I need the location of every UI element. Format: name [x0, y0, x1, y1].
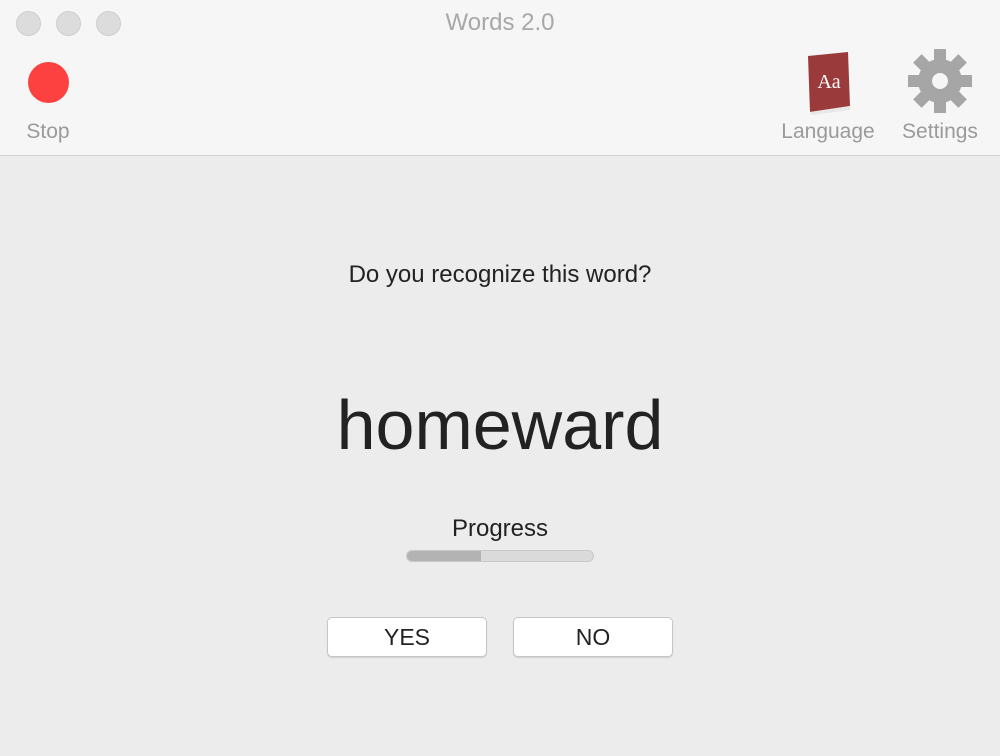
toolbar: Words 2.0 Stop Aa Language Settings	[0, 0, 1000, 156]
settings-label: Settings	[902, 120, 978, 143]
stop-icon	[27, 62, 69, 103]
language-label: Language	[781, 120, 875, 143]
window-title: Words 2.0	[445, 9, 555, 36]
settings-button[interactable]: Settings	[894, 48, 986, 143]
progress-label: Progress	[451, 515, 549, 542]
svg-text:Aa: Aa	[817, 71, 840, 93]
stop-label: Stop	[26, 120, 70, 143]
current-word: homeward	[336, 386, 664, 464]
progress-bar	[406, 550, 594, 562]
progress-fill	[407, 551, 482, 561]
no-button[interactable]: NO	[513, 617, 673, 657]
question-text: Do you recognize this word?	[348, 261, 652, 288]
stop-button[interactable]: Stop	[14, 48, 82, 143]
dictionary-book-icon: Aa	[808, 52, 850, 115]
language-button[interactable]: Aa Language	[776, 48, 880, 143]
yes-button[interactable]: YES	[327, 617, 487, 657]
gear-icon	[908, 49, 972, 113]
